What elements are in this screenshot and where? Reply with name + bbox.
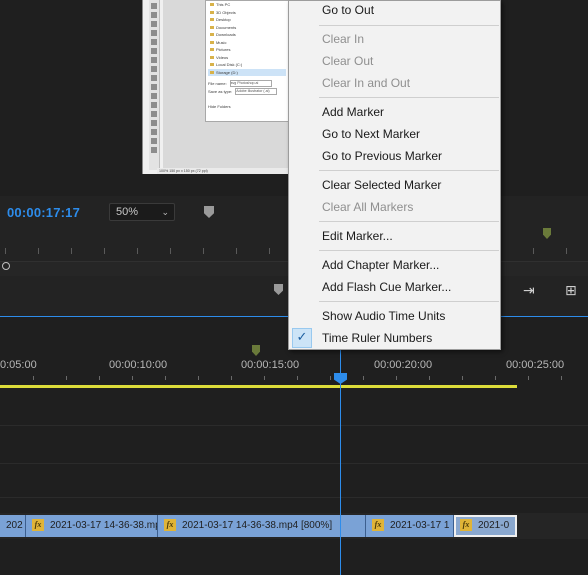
nav-item: Documents [208, 24, 286, 32]
work-area-bar[interactable] [0, 385, 517, 388]
track-divider [0, 463, 588, 464]
tool-icon [151, 3, 157, 9]
clip-selected[interactable]: fx 2021-0 [454, 515, 517, 537]
nav-item: Videos [208, 54, 286, 62]
clip-label: 2021-03-17 1 [390, 520, 450, 531]
nav-item-selected: Storage (D:) [208, 68, 286, 76]
checkmark-icon: ✓ [292, 328, 312, 348]
menu-separator [319, 25, 499, 26]
hide-folders-toggle: Hide Folders [208, 104, 231, 109]
photoshop-toolbar [149, 0, 160, 170]
nav-item: Desktop [208, 16, 286, 24]
insert-icon[interactable]: ⇥ [523, 283, 535, 299]
menu-item-add-chapter-marker[interactable]: Add Chapter Marker... [289, 254, 500, 276]
menu-item-label: Time Ruler Numbers [322, 331, 433, 345]
menu-separator [319, 170, 499, 171]
clip-label: 2021-03-17 14-36-38.mp [50, 520, 158, 531]
menu-item-add-marker[interactable]: Add Marker [289, 101, 500, 123]
nav-item: This PC [208, 1, 286, 9]
tool-icon [151, 102, 157, 108]
export-frame-icon[interactable]: ⊞ [565, 283, 577, 299]
menu-item-go-to-previous-marker[interactable]: Go to Previous Marker [289, 145, 500, 167]
menu-item-time-ruler-numbers[interactable]: ✓ Time Ruler Numbers [289, 327, 500, 349]
nav-item: 3D Objects [208, 9, 286, 17]
clip-label: 2021-03-17 14-36-38.mp4 [800%] [182, 520, 333, 531]
tool-icon [151, 30, 157, 36]
time-ruler[interactable] [0, 374, 588, 384]
zoom-level-select[interactable]: 50% ⌄ [109, 203, 175, 221]
save-dialog-nav-list: This PC 3D Objects Desktop Documents Dow… [208, 1, 286, 109]
menu-item-clear-in[interactable]: Clear In [289, 28, 500, 50]
track-divider [0, 425, 588, 426]
file-name-label: File name: [208, 81, 227, 86]
save-type-label: Save as type: [208, 89, 233, 94]
tool-icon [151, 120, 157, 126]
menu-item-show-audio-time-units[interactable]: Show Audio Time Units [289, 305, 500, 327]
tool-icon [151, 12, 157, 18]
save-dialog: This PC 3D Objects Desktop Documents Dow… [205, 0, 291, 122]
photoshop-status-bar: 100% 150 px x 150 px (72 ppi) [157, 168, 291, 174]
zoom-level-value: 50% [116, 206, 139, 218]
nav-item: Downloads [208, 31, 286, 39]
clip[interactable]: fx 2021-03-17 14-36-38.mp [26, 515, 158, 537]
add-marker-icon[interactable] [274, 284, 283, 295]
clip-label: 2021-0 [478, 520, 510, 531]
clip[interactable]: fx 2021-03-17 14-36-38.mp4 [800%] [158, 515, 366, 537]
file-name-row: File name: svg Photoshop.ai [208, 80, 286, 88]
ruler-time-label: 0:05:00 [0, 359, 37, 371]
marker-icon[interactable] [543, 228, 551, 239]
ruler-time-label: 00:00:10:00 [109, 359, 168, 371]
menu-separator [319, 97, 499, 98]
track-divider [0, 497, 588, 498]
tool-icon [151, 147, 157, 153]
menu-item-go-to-next-marker[interactable]: Go to Next Marker [289, 123, 500, 145]
playhead-timecode[interactable]: 00:00:17:17 [7, 205, 80, 220]
save-type-value: Adobe Illustrator (.ai) [235, 88, 278, 96]
save-type-row: Save as type: Adobe Illustrator (.ai) [208, 88, 286, 96]
clip[interactable]: 202 [0, 515, 26, 537]
menu-item-clear-all-markers[interactable]: Clear All Markers [289, 196, 500, 218]
tool-icon [151, 93, 157, 99]
tool-icon [151, 57, 157, 63]
ruler-time-label: 00:00:25:00 [506, 359, 565, 371]
tool-icon [151, 48, 157, 54]
menu-item-add-flash-cue-marker[interactable]: Add Flash Cue Marker... [289, 276, 500, 298]
tool-icon [151, 129, 157, 135]
nav-item: Pictures [208, 46, 286, 54]
ruler-time-label: 00:00:15:00 [241, 359, 300, 371]
menu-item-edit-marker[interactable]: Edit Marker... [289, 225, 500, 247]
nav-item: Local Disk (C:) [208, 61, 286, 69]
tool-icon [151, 66, 157, 72]
program-monitor-preview: This PC 3D Objects Desktop Documents Dow… [142, 0, 291, 174]
fx-badge-icon: fx [460, 519, 472, 532]
tool-icon [151, 84, 157, 90]
tool-icon [151, 138, 157, 144]
ruler-time-label: 00:00:20:00 [374, 359, 433, 371]
tool-icon [151, 75, 157, 81]
fx-badge-icon: fx [164, 519, 176, 532]
menu-item-clear-in-and-out[interactable]: Clear In and Out [289, 72, 500, 94]
menu-separator [319, 301, 499, 302]
marker-icon[interactable] [204, 206, 214, 218]
nav-item: Music [208, 39, 286, 47]
tool-icon [151, 111, 157, 117]
clip[interactable]: fx 2021-03-17 1 [366, 515, 454, 537]
menu-item-clear-out[interactable]: Clear Out [289, 50, 500, 72]
menu-separator [319, 221, 499, 222]
fx-badge-icon: fx [32, 519, 44, 532]
menu-item-go-to-out[interactable]: Go to Out [289, 0, 500, 21]
tool-icon [151, 21, 157, 27]
file-name-value: svg Photoshop.ai [229, 80, 272, 88]
tool-icon [151, 39, 157, 45]
menu-item-clear-selected-marker[interactable]: Clear Selected Marker [289, 174, 500, 196]
chevron-down-icon: ⌄ [161, 207, 169, 217]
monitor-playhead-handle[interactable] [2, 262, 10, 270]
time-ruler-context-menu: Go to Out Clear In Clear Out Clear In an… [288, 0, 501, 350]
fx-badge-icon: fx [372, 519, 384, 532]
clip-label: 202 [6, 520, 23, 531]
menu-separator [319, 250, 499, 251]
